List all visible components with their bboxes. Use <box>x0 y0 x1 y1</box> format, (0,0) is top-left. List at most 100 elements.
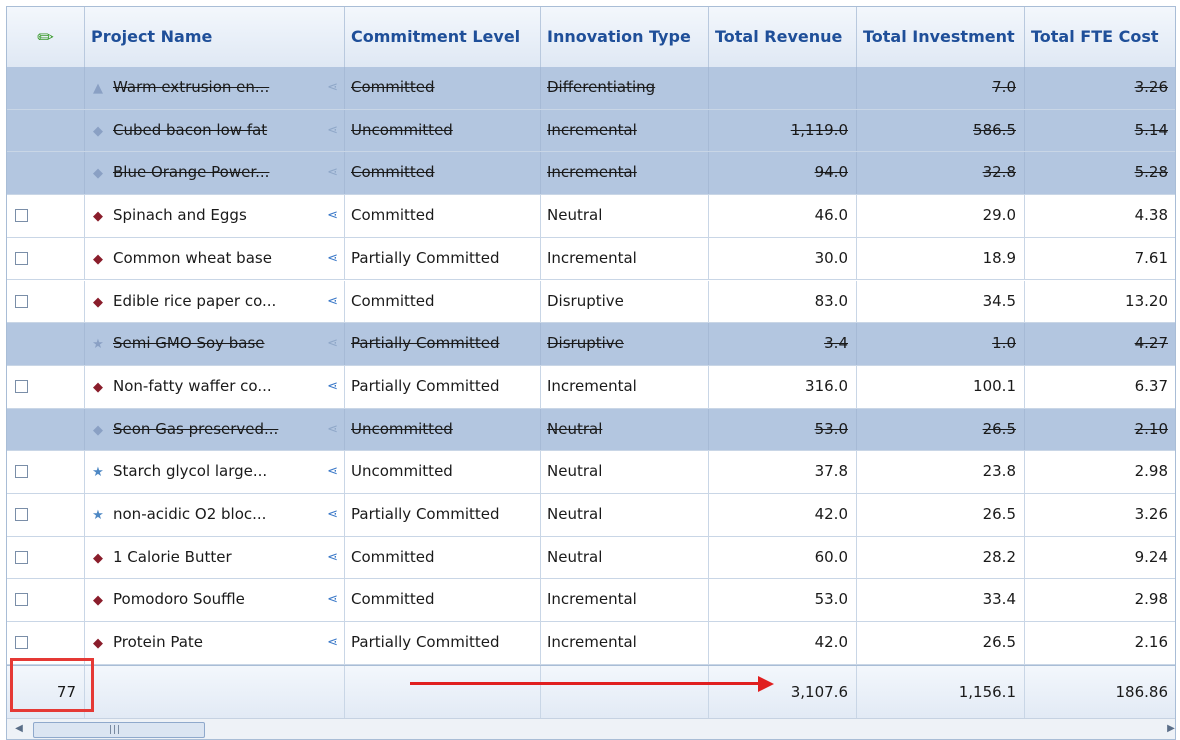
table-row[interactable]: ◆ Common wheat base ⋖ Partially Committed In… <box>7 237 1175 281</box>
row-checkbox[interactable] <box>15 508 28 521</box>
table-row[interactable]: ◆ Non-fatty waffer co... ⋖ Partially Commit… <box>7 365 1175 409</box>
revenue-cell: 53.0 <box>709 408 857 451</box>
horizontal-scrollbar[interactable]: ◀ ||| ▶ <box>7 718 1175 739</box>
innovation-value: Neutral <box>547 206 603 225</box>
hierarchy-icon[interactable]: ⋖ <box>327 409 338 451</box>
hierarchy-icon[interactable]: ⋖ <box>327 281 338 323</box>
fte-cell: 5.14 <box>1025 110 1175 152</box>
table-row[interactable]: ◆ Blue Orange Power... ⋖ Committed Increment… <box>7 152 1175 196</box>
col-total-fte-cost[interactable]: Total FTE Cost <box>1025 7 1175 67</box>
fte-cell: 7.61 <box>1025 238 1175 280</box>
col-total-investment[interactable]: Total Investment <box>857 7 1025 67</box>
hierarchy-icon[interactable]: ⋖ <box>327 67 338 109</box>
scrollbar-thumb[interactable]: ||| <box>33 722 205 738</box>
row-checkbox[interactable] <box>15 251 28 265</box>
commitment-value: Uncommitted <box>351 419 453 438</box>
col-innovation-type[interactable]: Innovation Type <box>541 7 709 67</box>
project-name[interactable]: Common wheat base <box>113 249 272 267</box>
table-row[interactable]: ◆ Cubed bacon low fat ⋖ Uncommitted Incremen… <box>7 109 1175 153</box>
row-checkbox[interactable] <box>15 465 28 479</box>
project-name[interactable]: Semi GMO Soy base <box>113 334 265 352</box>
project-name[interactable]: Non-fatty waffer co... <box>113 377 272 395</box>
commitment-value: Uncommitted <box>351 120 453 139</box>
investment-value: 29.0 <box>982 206 1016 225</box>
table-row[interactable]: ◆ Seon Gas preserved... ⋖ Uncommitted Neutra… <box>7 408 1175 452</box>
innovation-cell: Incremental <box>541 109 709 152</box>
commitment-cell: Uncommitted <box>345 109 541 152</box>
row-checkbox[interactable] <box>15 636 28 650</box>
row-checkbox[interactable] <box>15 593 28 607</box>
table-row[interactable]: ◆ Pomodoro Souffle ⋖ Committed Incremental 53… <box>7 579 1175 623</box>
project-name[interactable]: Seon Gas preserved... <box>113 420 278 438</box>
row-select-cell <box>7 579 85 622</box>
grid-footer: 77 3,107.6 1,156.1 186.86 <box>7 665 1175 718</box>
scroll-right-icon[interactable]: ▶ <box>1163 721 1175 737</box>
table-row[interactable]: ★ Semi GMO Soy base ⋖ Partially Committed Di… <box>7 323 1175 366</box>
col-commitment-level[interactable]: Commitment Level <box>345 7 541 67</box>
commitment-value: Committed <box>351 291 435 310</box>
hierarchy-icon[interactable]: ⋖ <box>327 451 338 493</box>
hierarchy-icon[interactable]: ⋖ <box>327 494 338 536</box>
project-name[interactable]: Edible rice paper co... <box>113 292 276 310</box>
scroll-left-icon[interactable]: ◀ <box>11 721 27 737</box>
hierarchy-icon[interactable]: ⋖ <box>327 238 338 280</box>
row-checkbox[interactable] <box>15 294 28 308</box>
fte-value: 9.24 <box>1134 547 1168 566</box>
hierarchy-icon[interactable]: ⋖ <box>327 579 338 621</box>
investment-cell: 1.0 <box>857 323 1025 365</box>
project-name[interactable]: Blue Orange Power... <box>113 163 269 181</box>
hierarchy-icon[interactable]: ⋖ <box>327 110 338 152</box>
innovation-value: Differentiating <box>547 78 656 96</box>
project-name-cell: ◆ Blue Orange Power... ⋖ <box>85 152 345 195</box>
project-name[interactable]: non-acidic O2 bloc... <box>113 505 266 523</box>
table-row[interactable]: ★ non-acidic O2 bloc... ⋖ Partially Committ… <box>7 494 1175 537</box>
table-row[interactable]: ▲ Warm extrusion en... ⋖ Committed Different… <box>7 67 1175 110</box>
project-name[interactable]: Spinach and Eggs <box>113 206 247 224</box>
col-total-revenue[interactable]: Total Revenue <box>709 7 857 67</box>
revenue-value: 53.0 <box>814 419 848 438</box>
project-name[interactable]: Pomodoro Souffle <box>113 590 245 608</box>
investment-value: 7.0 <box>992 78 1016 96</box>
investment-cell: 586.5 <box>857 109 1025 152</box>
project-name-cell: ◆ Seon Gas preserved... ⋖ <box>85 408 345 451</box>
revenue-cell: 42.0 <box>709 494 857 536</box>
edit-column-header[interactable]: ✏ <box>7 7 85 67</box>
row-checkbox[interactable] <box>15 379 28 393</box>
revenue-cell: 42.0 <box>709 622 857 664</box>
hierarchy-icon[interactable]: ⋖ <box>327 195 338 237</box>
project-name[interactable]: Protein Pate <box>113 633 203 651</box>
fte-cell: 3.26 <box>1025 67 1175 109</box>
hierarchy-icon[interactable]: ⋖ <box>327 323 338 365</box>
row-checkbox[interactable] <box>15 550 28 564</box>
grip-icon: ||| <box>109 725 122 735</box>
table-row[interactable]: ★ Starch glycol large... ⋖ Uncommitted Neutr… <box>7 451 1175 494</box>
table-row[interactable]: ◆ Spinach and Eggs ⋖ Committed Neutral 46.0 29… <box>7 195 1175 238</box>
project-name-cell: ▲ Warm extrusion en... ⋖ <box>85 67 345 109</box>
row-select-cell <box>7 109 85 152</box>
fte-cell: 6.37 <box>1025 366 1175 408</box>
row-select-cell <box>7 195 85 237</box>
project-name[interactable]: Starch glycol large... <box>113 462 267 480</box>
table-row[interactable]: ◆ Edible rice paper co... ⋖ Committed Disrup… <box>7 280 1175 324</box>
innovation-value: Incremental <box>547 590 637 609</box>
project-name[interactable]: Warm extrusion en... <box>113 78 269 96</box>
project-name[interactable]: 1 Calorie Butter <box>113 548 232 566</box>
project-name[interactable]: Cubed bacon low fat <box>113 121 267 139</box>
innovation-cell: Incremental <box>541 622 709 664</box>
hierarchy-icon[interactable]: ⋖ <box>327 366 338 408</box>
fte-value: 6.37 <box>1134 376 1168 395</box>
project-name-cell: ◆ Edible rice paper co... ⋖ <box>85 280 345 323</box>
hierarchy-icon[interactable]: ⋖ <box>327 152 338 194</box>
row-checkbox[interactable] <box>15 209 28 223</box>
table-row[interactable]: ◆ Protein Pate ⋖ Partially Committed Increme… <box>7 622 1175 665</box>
footer-total-investment: 1,156.1 <box>857 666 1025 718</box>
hierarchy-icon[interactable]: ⋖ <box>327 622 338 664</box>
table-row[interactable]: ◆ 1 Calorie Butter ⋖ Committed Neutral 60.0 28… <box>7 536 1175 580</box>
count-highlight-annotation <box>10 658 94 712</box>
innovation-cell: Disruptive <box>541 323 709 365</box>
hierarchy-icon[interactable]: ⋖ <box>327 537 338 579</box>
fte-cell: 3.26 <box>1025 494 1175 536</box>
commitment-value: Committed <box>351 78 435 96</box>
project-name-cell: ◆ Spinach and Eggs ⋖ <box>85 195 345 237</box>
col-project-name[interactable]: Project Name <box>85 7 345 67</box>
